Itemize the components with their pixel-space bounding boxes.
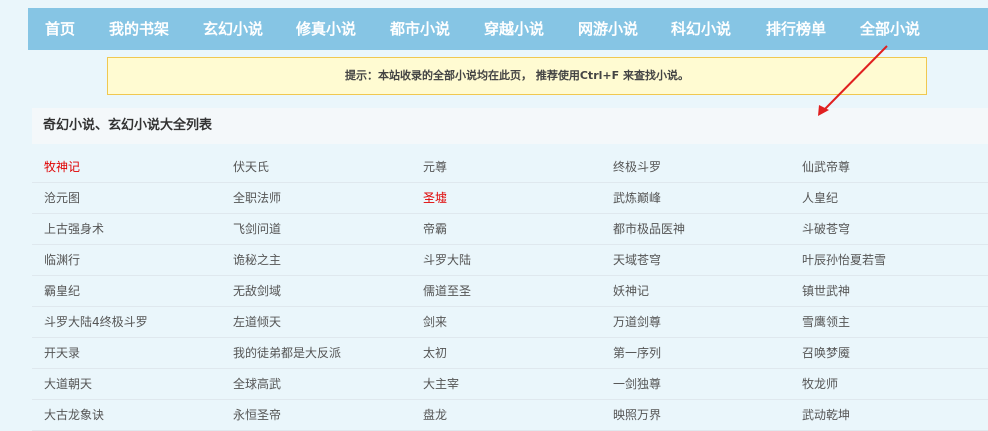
book-link[interactable]: 镇世武神 bbox=[802, 276, 850, 307]
nav-wangyou[interactable]: 网游小说 bbox=[578, 8, 638, 50]
book-row: 大道朝天 全球高武 大主宰 一剑独尊 牧龙师 bbox=[32, 369, 988, 400]
book-link[interactable]: 全职法师 bbox=[233, 183, 281, 214]
section-title: 奇幻小说、玄幻小说大全列表 bbox=[32, 108, 988, 144]
book-link[interactable]: 牧神记 bbox=[44, 152, 80, 183]
book-link[interactable]: 无敌剑域 bbox=[233, 276, 281, 307]
book-link[interactable]: 临渊行 bbox=[44, 245, 80, 276]
book-row: 上古强身术 飞剑问道 帝霸 都市极品医神 斗破苍穹 bbox=[32, 214, 988, 245]
book-link[interactable]: 都市极品医神 bbox=[613, 214, 685, 245]
book-link[interactable]: 太初 bbox=[423, 338, 447, 369]
book-link[interactable]: 我的徒弟都是大反派 bbox=[233, 338, 341, 369]
book-link[interactable]: 开天录 bbox=[44, 338, 80, 369]
book-link[interactable]: 召唤梦魇 bbox=[802, 338, 850, 369]
book-link[interactable]: 仙武帝尊 bbox=[802, 152, 850, 183]
book-link[interactable]: 盘龙 bbox=[423, 400, 447, 431]
book-row: 开天录 我的徒弟都是大反派 太初 第一序列 召唤梦魇 bbox=[32, 338, 988, 369]
book-row: 牧神记 伏天氏 元尊 终极斗罗 仙武帝尊 bbox=[32, 152, 988, 183]
book-link[interactable]: 天域苍穹 bbox=[613, 245, 661, 276]
book-link[interactable]: 人皇纪 bbox=[802, 183, 838, 214]
book-link[interactable]: 叶辰孙怡夏若雪 bbox=[802, 245, 886, 276]
nav-xuanhuan[interactable]: 玄幻小说 bbox=[203, 8, 263, 50]
book-list: 牧神记 伏天氏 元尊 终极斗罗 仙武帝尊沧元图 全职法师 圣墟 武炼巅峰 人皇纪上古强身术 飞剑问… bbox=[32, 152, 988, 431]
book-link[interactable]: 上古强身术 bbox=[44, 214, 104, 245]
book-row: 霸皇纪 无敌剑域 儒道至圣 妖神记 镇世武神 bbox=[32, 276, 988, 307]
nav-ranking[interactable]: 排行榜单 bbox=[766, 8, 826, 50]
nav-dushi[interactable]: 都市小说 bbox=[390, 8, 450, 50]
book-link[interactable]: 帝霸 bbox=[423, 214, 447, 245]
book-link[interactable]: 全球高武 bbox=[233, 369, 281, 400]
book-row: 大古龙象诀 永恒圣帝 盘龙 映照万界 武动乾坤 bbox=[32, 400, 988, 431]
book-link[interactable]: 雪鹰领主 bbox=[802, 307, 850, 338]
nav-bookshelf[interactable]: 我的书架 bbox=[109, 8, 169, 50]
book-row: 临渊行 诡秘之主 斗罗大陆 天域苍穹 叶辰孙怡夏若雪 bbox=[32, 245, 988, 276]
book-link[interactable]: 妖神记 bbox=[613, 276, 649, 307]
book-link[interactable]: 武炼巅峰 bbox=[613, 183, 661, 214]
book-link[interactable]: 飞剑问道 bbox=[233, 214, 281, 245]
book-link[interactable]: 终极斗罗 bbox=[613, 152, 661, 183]
book-link[interactable]: 一剑独尊 bbox=[613, 369, 661, 400]
top-nav: 首页 我的书架 玄幻小说 修真小说 都市小说 穿越小说 网游小说 科幻小说 排行… bbox=[28, 8, 988, 50]
book-link[interactable]: 伏天氏 bbox=[233, 152, 269, 183]
book-link[interactable]: 大道朝天 bbox=[44, 369, 92, 400]
book-link[interactable]: 大主宰 bbox=[423, 369, 459, 400]
nav-home[interactable]: 首页 bbox=[45, 8, 75, 50]
book-row: 沧元图 全职法师 圣墟 武炼巅峰 人皇纪 bbox=[32, 183, 988, 214]
book-link[interactable]: 儒道至圣 bbox=[423, 276, 471, 307]
book-link[interactable]: 元尊 bbox=[423, 152, 447, 183]
book-link[interactable]: 剑来 bbox=[423, 307, 447, 338]
book-link[interactable]: 映照万界 bbox=[613, 400, 661, 431]
book-link[interactable]: 沧元图 bbox=[44, 183, 80, 214]
book-link[interactable]: 武动乾坤 bbox=[802, 400, 850, 431]
book-row: 斗罗大陆4终极斗罗 左道倾天 剑来 万道剑尊 雪鹰领主 bbox=[32, 307, 988, 338]
book-link[interactable]: 大古龙象诀 bbox=[44, 400, 104, 431]
nav-chuanyue[interactable]: 穿越小说 bbox=[484, 8, 544, 50]
book-link[interactable]: 第一序列 bbox=[613, 338, 661, 369]
nav-all-novels[interactable]: 全部小说 bbox=[860, 8, 920, 50]
book-link[interactable]: 斗破苍穹 bbox=[802, 214, 850, 245]
book-link[interactable]: 斗罗大陆 bbox=[423, 245, 471, 276]
book-link[interactable]: 万道剑尊 bbox=[613, 307, 661, 338]
book-link[interactable]: 诡秘之主 bbox=[233, 245, 281, 276]
nav-xiuzhen[interactable]: 修真小说 bbox=[296, 8, 356, 50]
book-link[interactable]: 圣墟 bbox=[423, 183, 447, 214]
book-link[interactable]: 永恒圣帝 bbox=[233, 400, 281, 431]
book-link[interactable]: 左道倾天 bbox=[233, 307, 281, 338]
book-link[interactable]: 霸皇纪 bbox=[44, 276, 80, 307]
tip-banner: 提示：本站收录的全部小说均在此页， 推荐使用Ctrl+F 来查找小说。 bbox=[107, 57, 927, 95]
book-link[interactable]: 牧龙师 bbox=[802, 369, 838, 400]
nav-kehuan[interactable]: 科幻小说 bbox=[671, 8, 731, 50]
book-link[interactable]: 斗罗大陆4终极斗罗 bbox=[44, 307, 148, 338]
